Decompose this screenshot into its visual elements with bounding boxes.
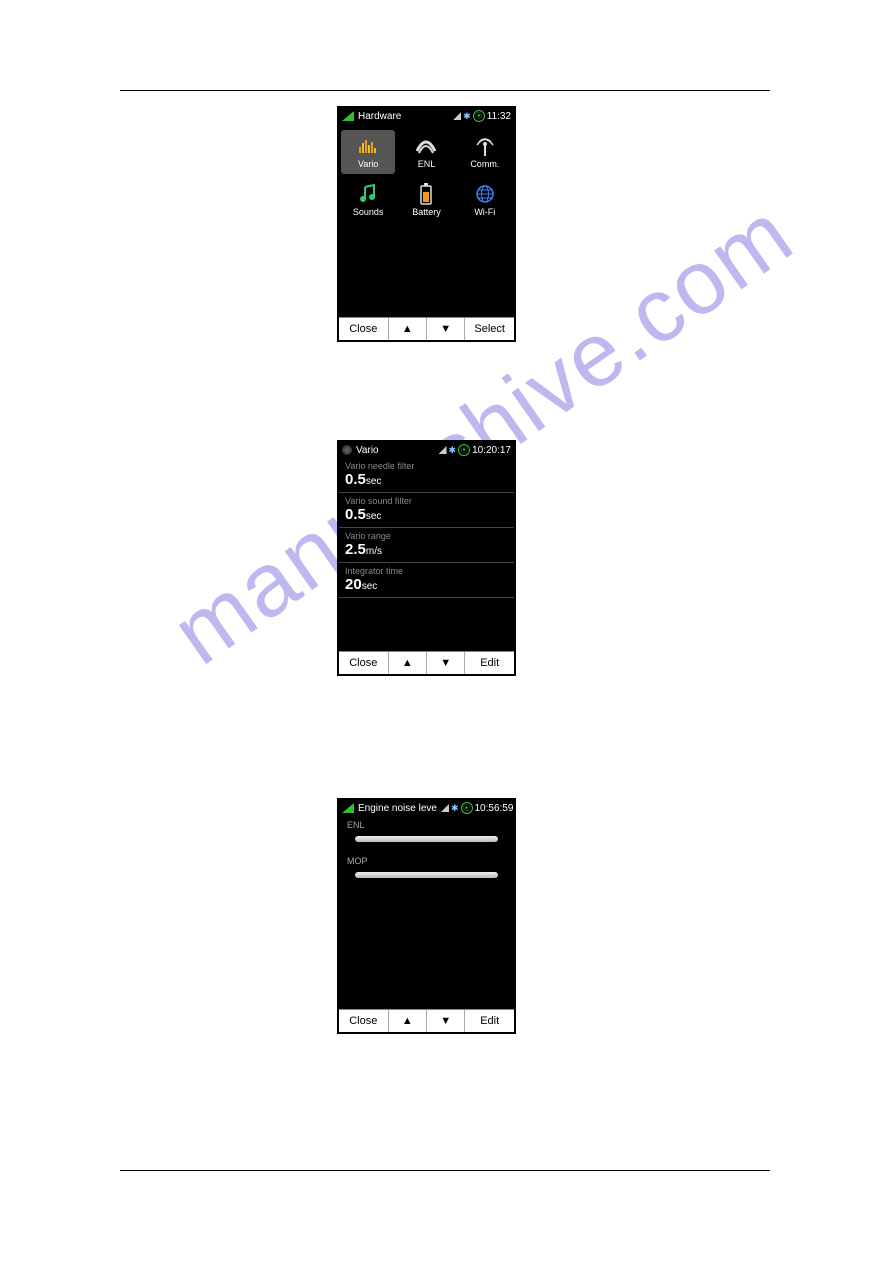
globe-icon [474, 183, 496, 205]
gps-icon: ⦿ [473, 110, 485, 122]
row-label: Vario range [345, 531, 508, 541]
status-bar: Engine noise leve ✱ ⦿ 10:56:59 [339, 800, 514, 816]
status-bar: Hardware ✱ ⦿ 11:32 [339, 108, 514, 124]
menu-item-label: ENL [418, 159, 436, 169]
bluetooth-icon: ✱ [449, 445, 457, 456]
slider-track[interactable] [355, 872, 498, 878]
bluetooth-icon: ✱ [451, 803, 459, 814]
menu-item-label: Wi-Fi [474, 207, 495, 217]
slider-mop[interactable]: MOP [339, 852, 514, 888]
menu-item-battery[interactable]: Battery [397, 176, 455, 224]
flarm-icon [441, 804, 449, 812]
settings-list: Vario needle filter 0.5sec Vario sound f… [339, 458, 514, 598]
menu-item-enl[interactable]: ENL [397, 128, 455, 176]
down-button[interactable]: ▼ [427, 318, 465, 340]
menu-item-label: Comm. [470, 159, 499, 169]
screen-title: Hardware [358, 111, 401, 122]
clock: 10:56:59 [475, 803, 514, 814]
menu-item-label: Battery [412, 207, 441, 217]
row-value: 2.5m/s [345, 541, 508, 558]
up-button[interactable]: ▲ [389, 1010, 427, 1032]
sliders-list: ENL MOP [339, 816, 514, 888]
select-button[interactable]: Select [465, 318, 514, 340]
hardware-menu-grid: Vario ENL Comm. Sounds [339, 124, 514, 228]
slider-track[interactable] [355, 836, 498, 842]
divider-top [120, 90, 770, 91]
bluetooth-icon: ✱ [463, 111, 471, 122]
down-button[interactable]: ▼ [427, 652, 465, 674]
enl-icon [415, 135, 437, 157]
battery-icon [415, 183, 437, 205]
antenna-icon [474, 135, 496, 157]
signal-icon [342, 111, 354, 121]
slider-enl[interactable]: ENL [339, 816, 514, 852]
menu-item-sounds[interactable]: Sounds [339, 176, 397, 224]
device-screenshot-hardware: Hardware ✱ ⦿ 11:32 Vario ENL [337, 106, 516, 342]
menu-item-label: Sounds [353, 207, 384, 217]
flarm-icon [439, 446, 447, 454]
row-label: Vario sound filter [345, 496, 508, 506]
clock: 11:32 [487, 111, 511, 122]
device-screenshot-vario: Vario ✱ ⦿ 10:20:17 Vario needle filter 0… [337, 440, 516, 676]
equalizer-icon [357, 135, 379, 157]
menu-item-wifi[interactable]: Wi-Fi [456, 176, 514, 224]
close-button[interactable]: Close [339, 318, 389, 340]
row-value: 0.5sec [345, 506, 508, 523]
device-screenshot-enl: Engine noise leve ✱ ⦿ 10:56:59 ENL MOP C… [337, 798, 516, 1034]
row-vario-range[interactable]: Vario range 2.5m/s [339, 528, 514, 563]
menu-item-label: Vario [358, 159, 378, 169]
status-bar: Vario ✱ ⦿ 10:20:17 [339, 442, 514, 458]
row-vario-needle-filter[interactable]: Vario needle filter 0.5sec [339, 458, 514, 493]
up-button[interactable]: ▲ [389, 318, 427, 340]
gps-icon: ⦿ [461, 802, 473, 814]
row-value: 20sec [345, 576, 508, 593]
row-label: Integrator time [345, 566, 508, 576]
row-value: 0.5sec [345, 471, 508, 488]
button-bar: Close ▲ ▼ Select [339, 317, 514, 340]
row-vario-sound-filter[interactable]: Vario sound filter 0.5sec [339, 493, 514, 528]
title-icon [342, 445, 352, 455]
button-bar: Close ▲ ▼ Edit [339, 651, 514, 674]
slider-label: MOP [347, 856, 506, 866]
button-bar: Close ▲ ▼ Edit [339, 1009, 514, 1032]
flarm-icon [453, 112, 461, 120]
row-label: Vario needle filter [345, 461, 508, 471]
music-icon [357, 183, 379, 205]
menu-item-comm[interactable]: Comm. [456, 128, 514, 176]
signal-icon [342, 803, 354, 813]
screen-title: Vario [356, 445, 379, 456]
up-button[interactable]: ▲ [389, 652, 427, 674]
close-button[interactable]: Close [339, 1010, 389, 1032]
close-button[interactable]: Close [339, 652, 389, 674]
menu-item-vario[interactable]: Vario [341, 130, 395, 174]
slider-label: ENL [347, 820, 506, 830]
edit-button[interactable]: Edit [465, 1010, 514, 1032]
divider-bottom [120, 1170, 770, 1171]
edit-button[interactable]: Edit [465, 652, 514, 674]
gps-icon: ⦿ [458, 444, 470, 456]
screen-title: Engine noise leve [358, 803, 437, 814]
row-integrator-time[interactable]: Integrator time 20sec [339, 563, 514, 598]
down-button[interactable]: ▼ [427, 1010, 465, 1032]
clock: 10:20:17 [472, 445, 511, 456]
